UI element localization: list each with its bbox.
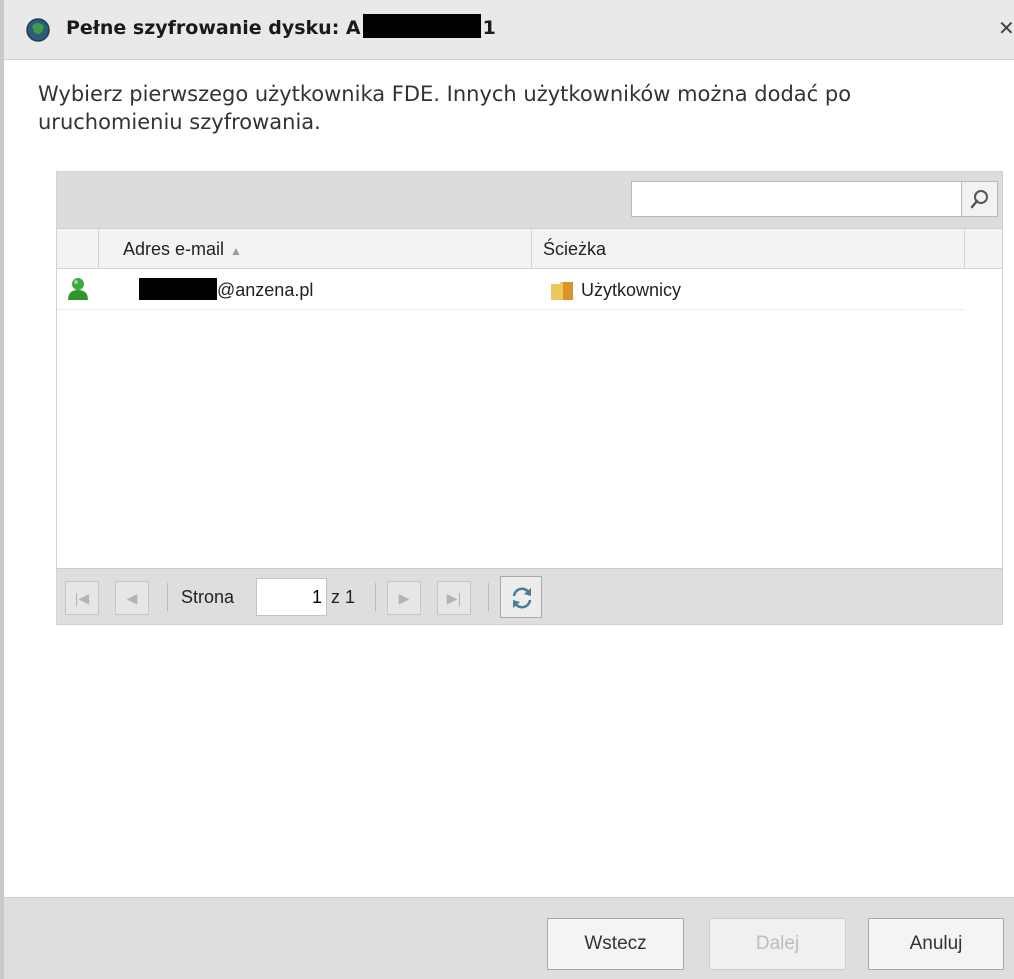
toolbar-separator [167,583,168,611]
users-grid: Adres e-mail ▲ Ścieżka @anzena.pl Użytkow… [56,171,1003,625]
title-suffix: 1 [482,17,496,39]
last-page-icon: ▶| [446,590,462,606]
grid-header: Adres e-mail ▲ Ścieżka [57,229,1002,269]
table-row[interactable]: @anzena.pl Użytkownicy [57,270,965,310]
search-input[interactable] [631,181,962,217]
search-button[interactable] [962,181,998,217]
column-header-path[interactable]: Ścieżka [532,229,965,269]
sort-ascending-icon: ▲ [230,244,242,258]
redaction-block [139,278,217,300]
next-page-button[interactable]: ▶ [387,581,421,615]
prev-page-icon: ◀ [126,590,138,606]
page-count-label: z 1 [331,587,356,607]
paging-toolbar: |◀ ◀ Strona z 1 ▶ ▶| [57,568,1002,624]
cancel-button[interactable]: Anuluj [868,918,1004,970]
refresh-button[interactable] [500,576,542,618]
column-header-email[interactable]: Adres e-mail ▲ [99,229,532,269]
folder-icon [551,282,573,300]
page-label: Strona [181,587,235,607]
close-icon[interactable]: ✕ [998,16,1014,40]
first-page-icon: |◀ [74,590,90,606]
back-button[interactable]: Wstecz [547,918,684,970]
column-header-path-label: Ścieżka [543,239,607,259]
title-bar[interactable]: Pełne szyfrowanie dysku: A 1 ✕ [4,0,1014,60]
last-page-button[interactable]: ▶| [437,581,471,615]
instruction-text: Wybierz pierwszego użytkownika FDE. Inny… [38,82,852,134]
first-page-button[interactable]: |◀ [65,581,99,615]
column-header-email-label: Adres e-mail [123,239,225,259]
dialog-window: Pełne szyfrowanie dysku: A 1 ✕ Wybierz pi… [0,0,1014,979]
disk-encryption-icon [26,18,50,42]
next-page-icon: ▶ [398,590,410,606]
toolbar-separator [375,583,376,611]
row-path: Użytkownicy [581,280,682,300]
toolbar-separator [488,583,489,611]
dialog-footer: Wstecz Dalej Anuluj [4,897,1014,979]
header-filler [965,229,1002,269]
user-icon [68,278,88,300]
next-button[interactable]: Dalej [709,918,846,970]
row-email-domain: @anzena.pl [217,280,314,300]
title-prefix: Pełne szyfrowanie dysku: A [66,17,361,39]
header-icon-column [57,229,99,269]
page-number-input[interactable] [256,578,327,616]
row-email: @anzena.pl [139,270,313,310]
dialog-title: Pełne szyfrowanie dysku: A 1 [66,14,496,39]
redaction-block [362,14,481,38]
grid-toolbar [57,172,1002,229]
search-icon [970,190,988,209]
prev-page-button[interactable]: ◀ [115,581,149,615]
refresh-icon [512,587,532,609]
